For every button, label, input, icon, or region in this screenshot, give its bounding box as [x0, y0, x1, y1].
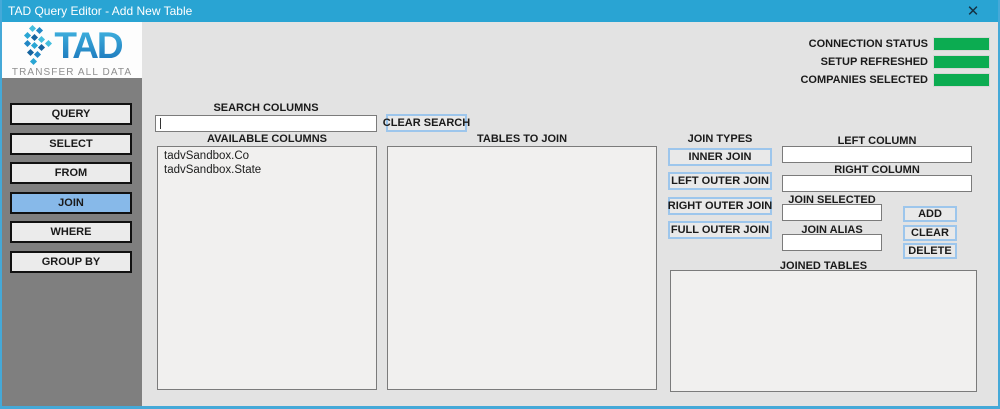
- inner-join-button[interactable]: INNER JOIN: [668, 148, 772, 166]
- add-label: ADD: [918, 208, 942, 220]
- close-icon[interactable]: ✕: [958, 0, 988, 22]
- titlebar: TAD Query Editor - Add New Table ✕: [2, 0, 998, 22]
- brand-tagline: TRANSFER ALL DATA: [11, 66, 133, 78]
- text-caret: [160, 118, 161, 129]
- app-window: TAD Query Editor - Add New Table ✕ TAD T…: [0, 0, 1000, 409]
- left-outer-join-button[interactable]: LEFT OUTER JOIN: [668, 172, 772, 190]
- logo-panel: TAD TRANSFER ALL DATA: [2, 22, 142, 78]
- clear-button[interactable]: CLEAR: [903, 225, 957, 241]
- clear-search-label: CLEAR SEARCH: [382, 117, 471, 129]
- brand-wordmark: TAD: [54, 24, 123, 66]
- search-columns-label: SEARCH COLUMNS: [213, 102, 319, 114]
- available-columns-label: AVAILABLE COLUMNS: [207, 133, 327, 145]
- add-button[interactable]: ADD: [903, 206, 957, 222]
- left-column-input[interactable]: [782, 146, 972, 163]
- status-row-companies: COMPANIES SELECTED: [800, 73, 990, 87]
- sidebar-item-where[interactable]: WHERE: [10, 221, 132, 243]
- sidebar-item-label: JOIN: [58, 197, 84, 209]
- connection-status-label: CONNECTION STATUS: [808, 38, 928, 50]
- full-outer-join-button[interactable]: FULL OUTER JOIN: [668, 221, 772, 239]
- sidebar-item-label: WHERE: [50, 226, 92, 238]
- sidebar-item-select[interactable]: SELECT: [10, 133, 132, 155]
- window-title: TAD Query Editor - Add New Table: [8, 4, 193, 18]
- right-outer-join-button[interactable]: RIGHT OUTER JOIN: [668, 197, 772, 215]
- sidebar-item-label: SELECT: [49, 138, 93, 150]
- right-outer-join-label: RIGHT OUTER JOIN: [667, 200, 773, 212]
- clear-search-button[interactable]: CLEAR SEARCH: [382, 114, 471, 132]
- clear-label: CLEAR: [911, 227, 949, 239]
- sidebar: QUERY SELECT FROM JOIN WHERE GROUP BY: [2, 78, 142, 406]
- tables-to-join-list[interactable]: [387, 146, 657, 390]
- sidebar-item-query[interactable]: QUERY: [10, 103, 132, 125]
- companies-selected-label: COMPANIES SELECTED: [800, 74, 928, 86]
- tad-diamonds-icon: [22, 24, 53, 68]
- connection-status-indicator: [933, 37, 990, 51]
- delete-label: DELETE: [908, 245, 952, 257]
- search-input[interactable]: [155, 115, 377, 132]
- left-outer-join-label: LEFT OUTER JOIN: [671, 175, 769, 187]
- list-item[interactable]: tadvSandbox.Co: [158, 149, 376, 163]
- sidebar-item-from[interactable]: FROM: [10, 162, 132, 184]
- list-item[interactable]: tadvSandbox.State: [158, 163, 376, 177]
- inner-join-label: INNER JOIN: [688, 151, 752, 163]
- join-alias-input[interactable]: [782, 234, 882, 251]
- setup-refreshed-label: SETUP REFRESHED: [820, 56, 928, 68]
- setup-refreshed-indicator: [933, 55, 990, 69]
- sidebar-item-groupby[interactable]: GROUP BY: [10, 251, 132, 273]
- full-outer-join-label: FULL OUTER JOIN: [670, 224, 770, 236]
- status-row-setup: SETUP REFRESHED: [821, 55, 990, 69]
- available-columns-list[interactable]: tadvSandbox.Co tadvSandbox.State: [157, 146, 377, 390]
- status-row-connection: CONNECTION STATUS: [809, 37, 990, 51]
- tables-to-join-label: TABLES TO JOIN: [476, 133, 568, 145]
- main-area: CONNECTION STATUS SETUP REFRESHED COMPAN…: [142, 22, 998, 406]
- right-column-input[interactable]: [782, 175, 972, 192]
- join-types-label: JOIN TYPES: [687, 133, 753, 145]
- sidebar-item-label: QUERY: [51, 108, 91, 120]
- sidebar-item-label: FROM: [54, 167, 88, 179]
- sidebar-item-join[interactable]: JOIN: [10, 192, 132, 214]
- join-selected-input[interactable]: [782, 204, 882, 221]
- sidebar-item-label: GROUP BY: [41, 256, 101, 268]
- companies-selected-indicator: [933, 73, 990, 87]
- delete-button[interactable]: DELETE: [903, 243, 957, 259]
- joined-tables-list[interactable]: [670, 270, 977, 392]
